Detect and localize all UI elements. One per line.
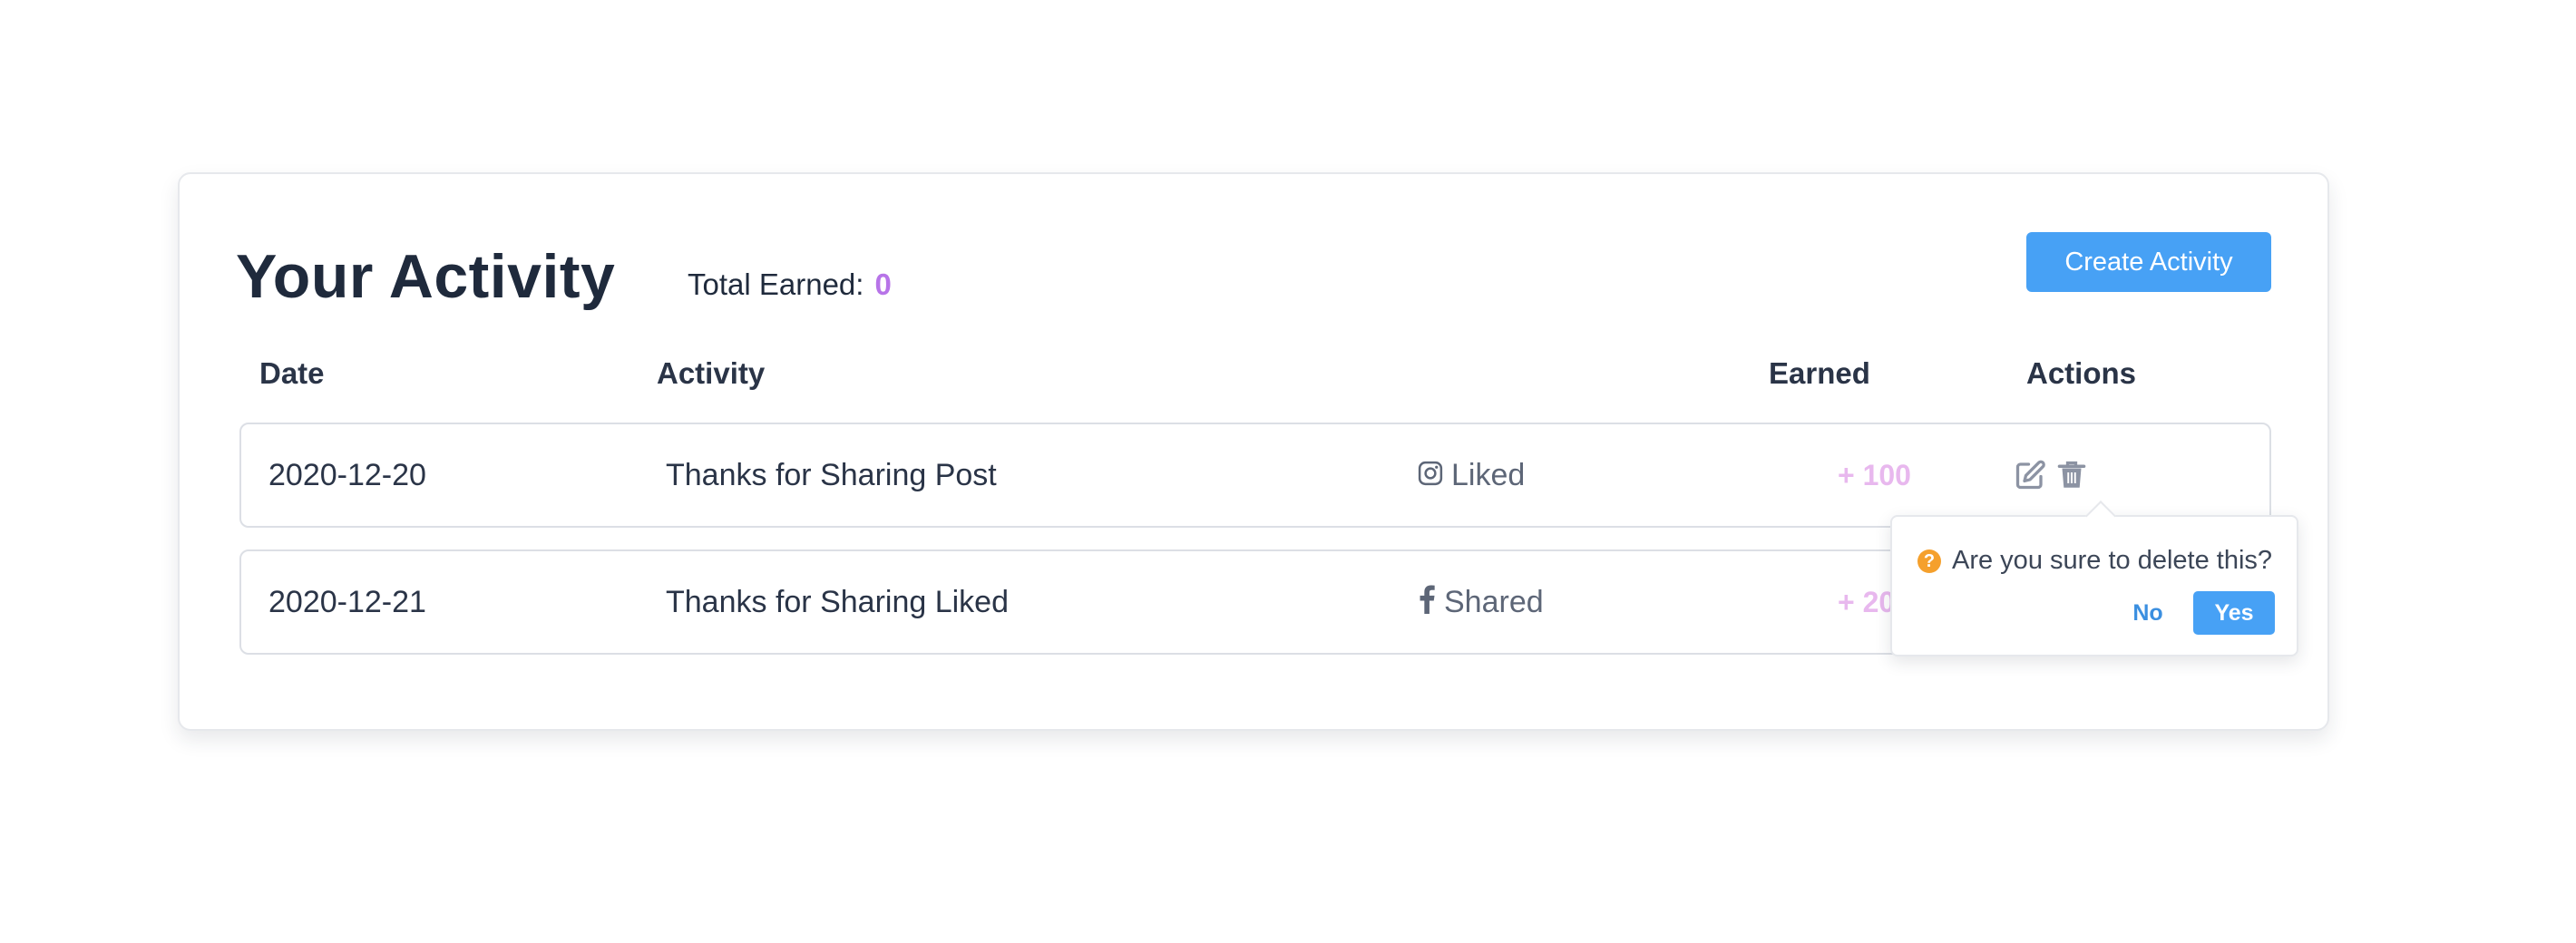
row-date: 2020-12-20 — [268, 458, 426, 492]
row-activity: Thanks for Sharing Post — [666, 458, 997, 492]
delete-confirm-popover: ? Are you sure to delete this? No Yes — [1890, 501, 2298, 656]
delete-confirm-text: Are you sure to delete this? — [1952, 546, 2273, 575]
row-activity: Thanks for Sharing Liked — [666, 585, 1009, 619]
total-earned-label: Total Earned: — [688, 267, 864, 301]
row-platform: Liked — [1417, 424, 1525, 526]
column-header-actions: Actions — [2026, 356, 2137, 390]
edit-icon[interactable] — [2014, 459, 2048, 493]
row-platform-label: Shared — [1444, 585, 1544, 619]
facebook-icon — [1417, 553, 1437, 655]
column-header-date: Date — [259, 356, 325, 390]
cancel-delete-button[interactable]: No — [2122, 591, 2173, 635]
table-row: 2020-12-20 Thanks for Sharing Post Liked… — [239, 423, 2271, 528]
page-title: Your Activity — [236, 242, 616, 311]
total-earned-value: 0 — [874, 267, 892, 301]
create-activity-button[interactable]: Create Activity — [2026, 232, 2271, 292]
total-earned: Total Earned: 0 — [688, 267, 892, 303]
row-platform-label: Liked — [1451, 458, 1526, 492]
confirm-delete-button[interactable]: Yes — [2193, 591, 2275, 635]
column-header-earned: Earned — [1769, 356, 1870, 390]
row-platform: Shared — [1417, 551, 1544, 653]
trash-icon[interactable] — [2055, 459, 2090, 493]
column-header-activity: Activity — [657, 356, 766, 390]
delete-confirm-message: ? Are you sure to delete this? — [1917, 544, 2272, 577]
question-icon: ? — [1917, 549, 1941, 573]
row-actions — [2014, 459, 2097, 495]
row-date: 2020-12-21 — [268, 585, 426, 619]
row-earned: + 100 — [1838, 459, 1911, 491]
table-header: Date Activity Earned Actions — [180, 355, 2327, 392]
instagram-icon — [1417, 426, 1444, 528]
